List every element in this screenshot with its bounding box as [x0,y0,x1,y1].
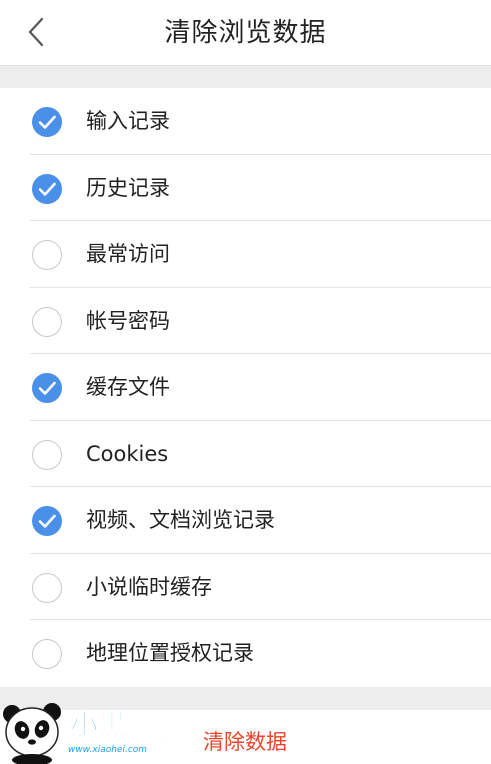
option-label: 地理位置授权记录 [86,641,254,665]
option-label: 最常访问 [86,242,170,266]
option-cache-files[interactable]: 缓存文件 [0,354,491,421]
option-most-visited[interactable]: 最常访问 [0,221,491,288]
checkbox-checked[interactable] [32,107,62,137]
checkbox-checked[interactable] [32,506,62,536]
checkbox-unchecked[interactable] [32,240,62,270]
option-label: 小说临时缓存 [86,574,212,599]
checkbox-unchecked[interactable] [32,306,62,337]
option-label: 视频、文档浏览记录 [86,508,275,532]
checkmark-icon [38,514,56,528]
svg-text:小黑: 小黑 [70,708,126,741]
svg-text:游戏: 游戏 [132,722,166,743]
checkbox-unchecked[interactable] [32,572,62,603]
option-cookies[interactable]: Cookies [0,421,491,488]
option-location-permissions[interactable]: 地理位置授权记录 [0,620,491,687]
top-bar: 清除浏览数据 [0,0,491,66]
clear-data-button[interactable]: 清除数据 [203,710,287,764]
checkmark-icon [38,381,56,395]
svg-text:www.xiaohei.com: www.xiaohei.com [68,745,147,755]
option-label: 缓存文件 [86,375,170,399]
panda-icon [3,703,61,764]
clear-browsing-data-screen: 清除浏览数据 输入记录 历史记录 最常访问 帐号密码 缓存文件 Cookies [0,0,491,764]
option-label: 历史记录 [86,175,170,200]
checkbox-checked[interactable] [32,173,62,204]
option-label: 帐号密码 [86,308,170,333]
logo-wordmark: 小黑 游戏 www.xiaohei.com [68,708,166,756]
option-input-records[interactable]: 输入记录 [0,88,491,155]
option-label: Cookies [86,441,169,466]
page-title: 清除浏览数据 [164,18,327,48]
section-spacer [0,66,491,88]
watermark-logo: 小黑 游戏 www.xiaohei.com [3,703,166,764]
option-account-passwords[interactable]: 帐号密码 [0,288,491,355]
checkbox-unchecked[interactable] [32,439,62,470]
checkmark-icon [38,182,56,196]
data-type-list: 输入记录 历史记录 最常访问 帐号密码 缓存文件 Cookies 视频、文档浏览… [0,88,491,687]
option-label: 输入记录 [86,109,170,133]
option-video-doc-history[interactable]: 视频、文档浏览记录 [0,487,491,554]
option-novel-cache[interactable]: 小说临时缓存 [0,554,491,621]
checkmark-icon [38,115,56,129]
checkbox-unchecked[interactable] [32,639,62,669]
option-history[interactable]: 历史记录 [0,155,491,222]
checkbox-checked[interactable] [32,373,62,403]
